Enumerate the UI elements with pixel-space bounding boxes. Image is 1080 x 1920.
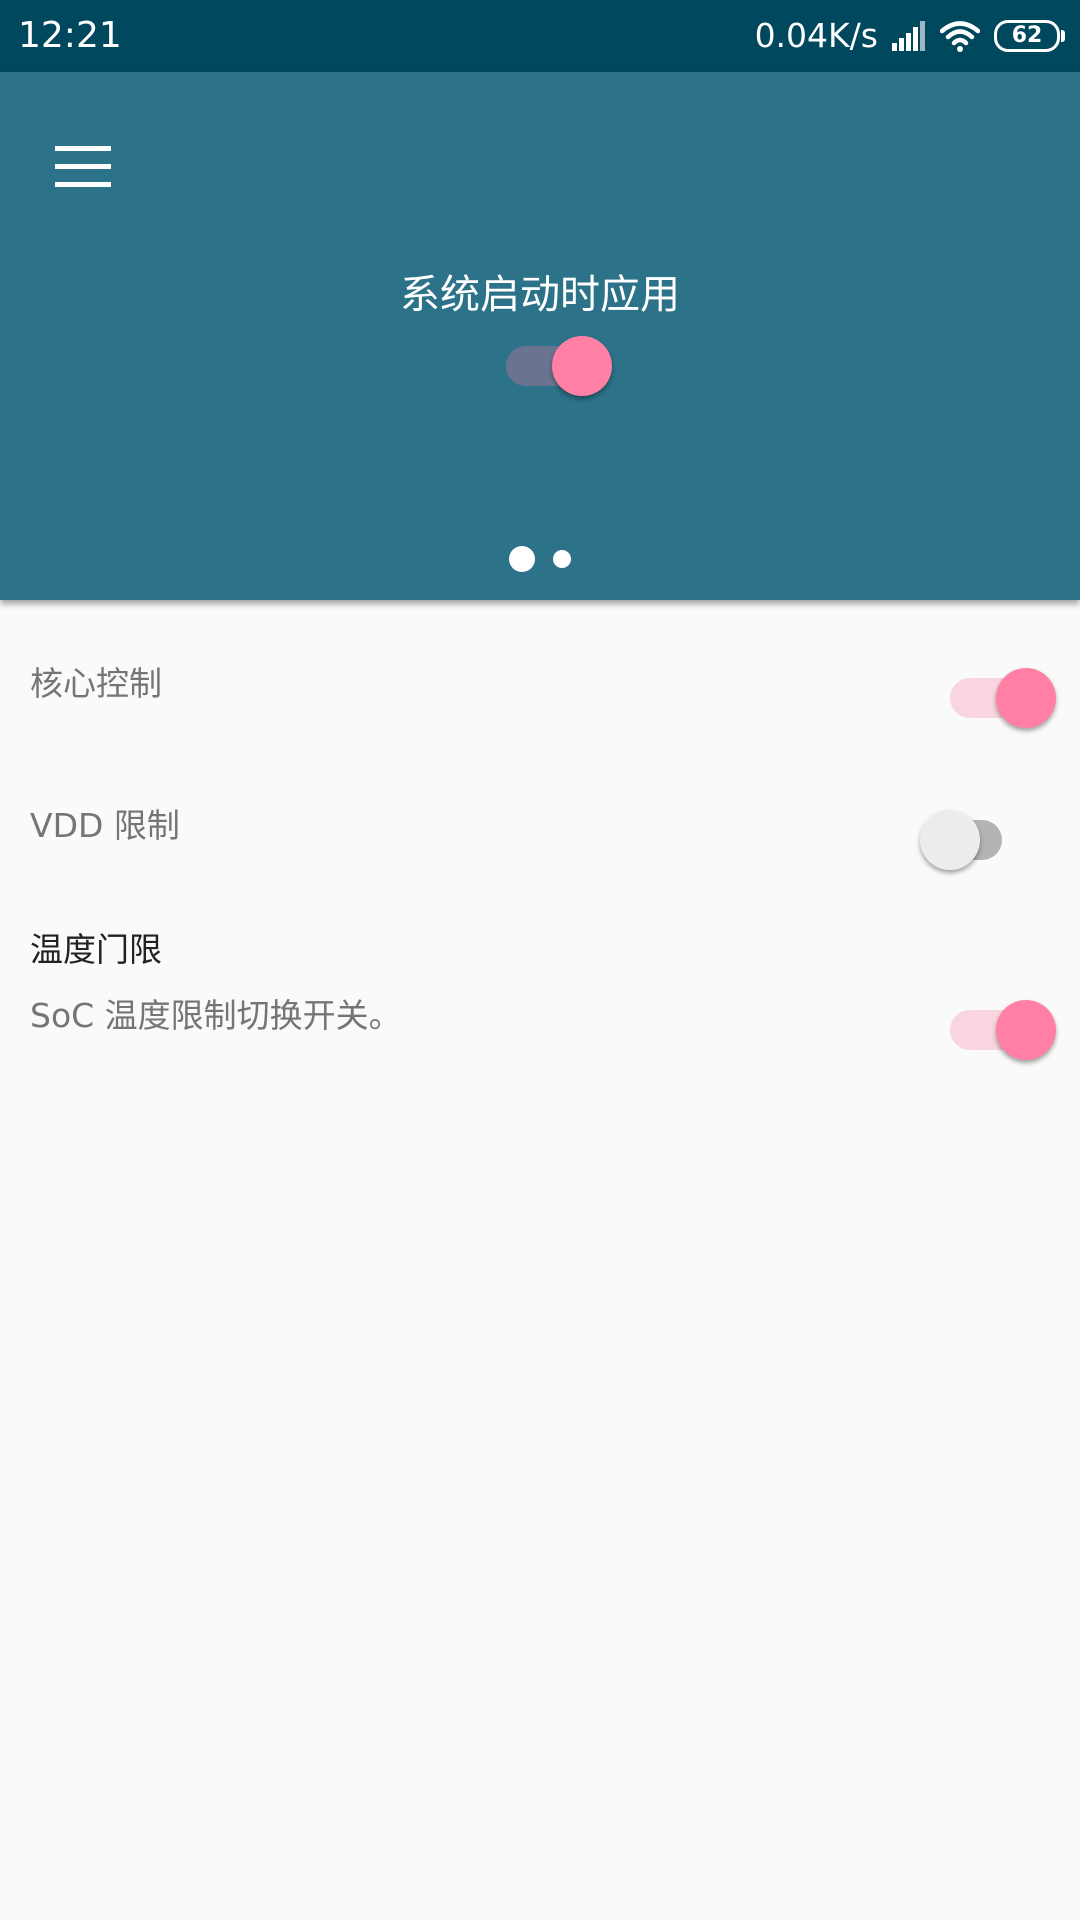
- setting-summary: SoC 温度限制切换开关。: [30, 996, 402, 1035]
- page-indicator: [0, 544, 1080, 574]
- battery-icon: 62: [994, 20, 1065, 52]
- core-control-switch[interactable]: [944, 660, 1056, 728]
- battery-level: 62: [1011, 23, 1043, 48]
- setting-vdd-limit[interactable]: VDD 限制: [0, 782, 1080, 902]
- net-speed: 0.04K/s: [754, 16, 878, 55]
- header-banner: 系统启动时应用: [0, 72, 1080, 600]
- boot-apply-switch[interactable]: [500, 328, 612, 396]
- setting-title: 核心控制: [30, 664, 162, 703]
- status-icons: 0.04K/s 62: [754, 14, 1065, 58]
- wifi-icon: [940, 21, 980, 52]
- status-time: 12:21: [18, 15, 122, 56]
- status-bar: 12:21 0.04K/s 62: [0, 0, 1080, 72]
- setting-core-control[interactable]: 核心控制: [0, 640, 1080, 760]
- hamburger-menu-icon[interactable]: [40, 122, 130, 212]
- vdd-limit-switch[interactable]: [920, 802, 1020, 870]
- setting-title: VDD 限制: [30, 806, 180, 845]
- temperature-threshold-switch[interactable]: [944, 992, 1056, 1060]
- header-title: 系统启动时应用: [400, 272, 680, 318]
- page-dot[interactable]: [553, 550, 571, 568]
- setting-temperature-threshold[interactable]: 温度门限 SoC 温度限制切换开关。: [0, 910, 1080, 1070]
- signal-icon: [892, 21, 925, 51]
- setting-title: 温度门限: [30, 930, 162, 969]
- page-dot-active[interactable]: [509, 546, 535, 572]
